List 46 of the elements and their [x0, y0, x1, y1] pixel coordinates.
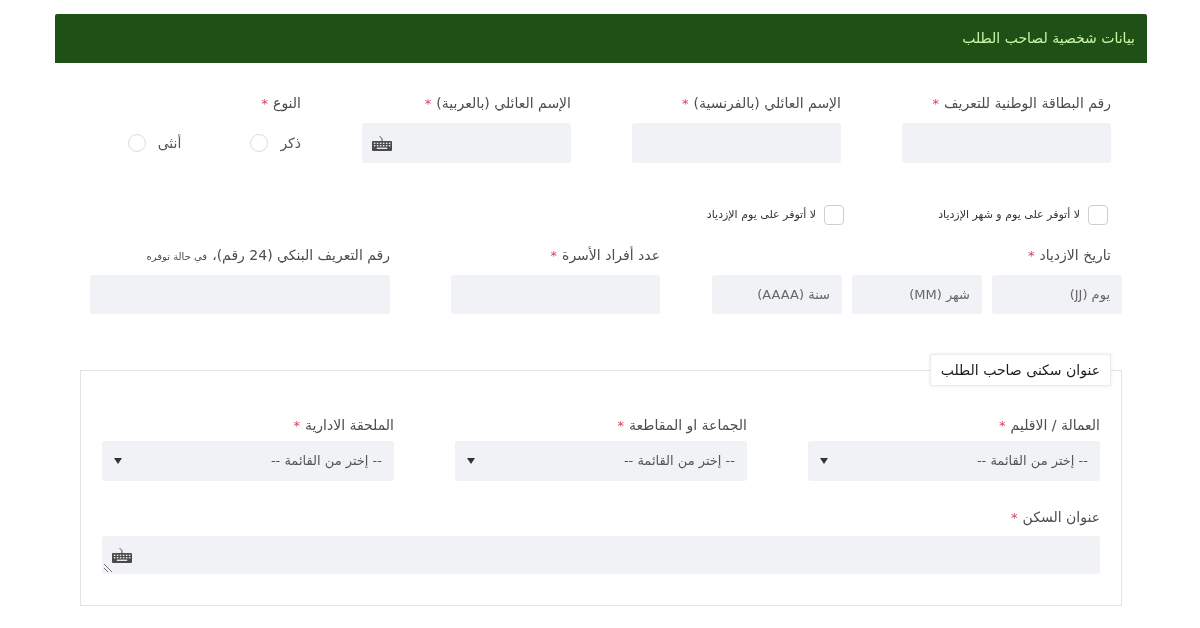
required-mark: *	[617, 417, 625, 435]
label-note: في حالة توفره	[146, 250, 208, 265]
required-mark: *	[682, 95, 689, 113]
required-mark: *	[261, 95, 269, 113]
section-title: بيانات شخصية لصاحب الطلب	[962, 29, 1135, 48]
input-field[interactable]	[362, 123, 571, 163]
required-mark: *	[550, 247, 558, 265]
field-label: عنوان السكن	[1022, 508, 1100, 527]
caret-icon	[820, 458, 828, 464]
field-label: الإسم العائلي (بالفرنسية)	[693, 94, 841, 113]
input-field[interactable]: سنة (AAAA)	[712, 275, 842, 314]
required-mark: *	[1027, 247, 1035, 265]
select-field[interactable]: -- إختر من القائمة --	[102, 441, 394, 481]
field-label: عدد أفراد الأسرة	[562, 245, 660, 265]
field-label: تاريخ الازدياد	[1039, 246, 1111, 265]
checkbox-label: لا أتوفر على يوم و شهر الإزدياد	[938, 206, 1080, 223]
required-mark: *	[293, 417, 300, 435]
radio-label: ذكر	[280, 133, 301, 154]
field-label: الإسم العائلي (بالعربية)	[436, 94, 571, 113]
field-label: النوع	[273, 94, 301, 113]
required-mark: *	[1011, 509, 1018, 527]
checkbox[interactable]	[824, 205, 844, 225]
field-label: رقم التعريف البنكي (24 رقم)،	[212, 246, 390, 265]
select-field[interactable]: -- إختر من القائمة --	[455, 441, 747, 481]
resize-grip-icon[interactable]	[104, 563, 113, 572]
keyboard-icon[interactable]	[112, 547, 132, 563]
panel-legend: عنوان سكنى صاحب الطلب	[929, 354, 1111, 386]
caret-icon	[467, 458, 475, 464]
radio-button[interactable]	[250, 134, 269, 152]
required-mark: *	[932, 95, 940, 113]
input-field[interactable]: يوم (JJ)	[992, 275, 1122, 314]
required-mark: *	[999, 417, 1006, 435]
keyboard-icon[interactable]	[372, 135, 392, 151]
checkbox[interactable]	[1088, 205, 1108, 225]
caret-icon	[114, 458, 122, 464]
field-label: العمالة / الاقليم	[1010, 416, 1100, 435]
field-label: الجماعة او المقاطعة	[629, 416, 747, 435]
textarea-field[interactable]	[102, 536, 1100, 574]
input-field[interactable]: شهر (MM)	[852, 275, 982, 314]
field-label: الملحقة الادارية	[304, 416, 394, 435]
required-mark: *	[424, 95, 432, 113]
radio-label: أنثى	[157, 133, 182, 153]
checkbox-label: لا أتوفر على يوم الإزدياد	[706, 206, 816, 223]
field-label: رقم البطاقة الوطنية للتعريف	[944, 94, 1111, 113]
select-field[interactable]: -- إختر من القائمة --	[808, 441, 1100, 481]
radio-button[interactable]	[127, 134, 146, 152]
